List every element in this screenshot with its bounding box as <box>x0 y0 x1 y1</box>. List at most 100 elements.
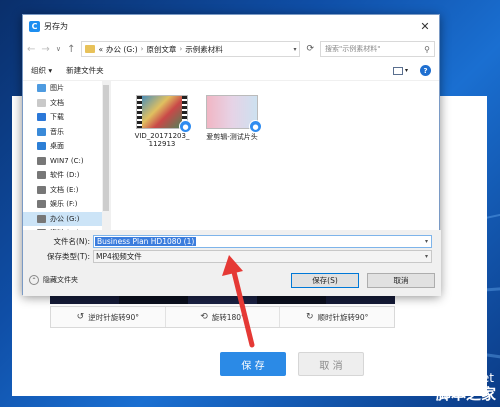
sidebar-item[interactable]: 文档 (E:) <box>23 183 110 198</box>
video-file-icon: ● <box>249 120 262 133</box>
refresh-icon[interactable]: ⟳ <box>306 44 314 54</box>
sidebar-item[interactable]: 软件 (D:) <box>23 168 110 183</box>
file-item[interactable]: ● VID_20171203_ 112913 <box>127 95 197 148</box>
app-logo-icon: C <box>29 20 40 32</box>
main-save-button[interactable]: 保 存 <box>220 352 286 376</box>
folder-icon <box>85 45 96 53</box>
filetype-select[interactable]: MP4视频文件 ▾ <box>93 249 432 263</box>
breadcrumb-separator-icon: › <box>140 45 144 53</box>
file-name-line1: 爱剪辑-测试片头 <box>206 133 258 141</box>
filetype-value: MP4视频文件 <box>96 251 142 261</box>
sidebar-item-label: 图片 <box>50 84 64 93</box>
filename-label: 文件名(N): <box>53 236 91 246</box>
view-dropdown-icon: ▾ <box>404 67 408 74</box>
video-thumbnail: ● <box>206 95 262 133</box>
breadcrumb-folder[interactable]: 原创文章 <box>146 44 176 55</box>
sidebar-item[interactable]: 文档 <box>23 96 110 111</box>
filename-dropdown-icon[interactable]: ▾ <box>425 238 431 245</box>
sidebar-item-label: 文档 <box>50 98 64 107</box>
sidebar-item[interactable]: 音乐 <box>23 125 110 140</box>
file-name-line2: 112913 <box>148 140 176 148</box>
dialog-footer: ⌃ 隐藏文件夹 保存(S) 取消 <box>23 264 441 296</box>
history-dropdown-icon[interactable]: ∨ <box>56 45 61 53</box>
save-as-dialog: C 另存为 ✕ ← → ∨ ↑ « 办公 (G:) › 原创文章 › 示例素材料… <box>22 14 441 296</box>
sidebar-scrollbar[interactable] <box>102 81 110 230</box>
rotate-cw-icon: ↻ <box>306 312 314 322</box>
collapse-chevron-icon: ⌃ <box>29 275 39 285</box>
search-input[interactable]: 搜索"示例素材料" ⚲ <box>320 41 435 57</box>
address-bar[interactable]: « 办公 (G:) › 原创文章 › 示例素材料 ▾ <box>81 41 301 57</box>
filetype-row: 保存类型(T): MP4视频文件 ▾ <box>23 249 441 263</box>
browser-area: 图片文档下载音乐桌面 WIN7 (C:) 软件 (D:) 文档 (E:) 娱乐 (F:)… <box>23 81 441 230</box>
breadcrumb-current[interactable]: 示例素材料 <box>185 44 223 55</box>
documents-icon <box>37 98 46 107</box>
sidebar-item-label: 娱乐 (F:) <box>50 200 78 209</box>
dialog-titlebar: C 另存为 ✕ <box>23 15 439 37</box>
hide-folders-toggle[interactable]: ⌃ 隐藏文件夹 <box>29 275 78 285</box>
sidebar-scrollbar-thumb[interactable] <box>103 85 109 211</box>
sidebar-item-label: 文档 (E:) <box>50 185 79 194</box>
breadcrumb-drive[interactable]: 办公 (G:) <box>106 44 138 55</box>
address-dropdown-icon[interactable]: ▾ <box>293 46 296 53</box>
sidebar-item[interactable]: 下载 <box>23 110 110 125</box>
dialog-toolbar: 组织 ▾ 新建文件夹 ▾ ? <box>23 61 439 81</box>
back-arrow-icon[interactable]: ← <box>27 44 35 55</box>
cancel-button[interactable]: 取消 <box>367 272 435 288</box>
sidebar-item-label: WIN7 (C:) <box>50 156 84 165</box>
rotate-180-label: 旋转180° <box>211 312 245 322</box>
close-icon[interactable]: ✕ <box>411 20 439 33</box>
sidebar-item-label: 桌面 <box>50 142 64 151</box>
rotate-cw-button[interactable]: ↻ 顺时针旋转90° <box>280 307 394 327</box>
watermark-name: 脚本之家 <box>435 385 496 403</box>
navigation-list: 图片文档下载音乐桌面 WIN7 (C:) 软件 (D:) 文档 (E:) 娱乐 (F:)… <box>23 81 110 230</box>
view-icon <box>392 66 403 75</box>
file-item[interactable]: ● 爱剪辑-测试片头 <box>197 95 267 142</box>
hide-folders-label: 隐藏文件夹 <box>43 276 78 284</box>
sidebar-item[interactable]: 桌面 <box>23 139 110 154</box>
breadcrumb-overflow[interactable]: « <box>98 45 103 54</box>
forward-arrow-icon[interactable]: → <box>41 44 49 55</box>
download-icon <box>37 113 46 122</box>
main-cancel-button[interactable]: 取 消 <box>298 352 364 376</box>
help-icon[interactable]: ? <box>420 65 431 76</box>
breadcrumb-separator-icon: › <box>179 45 183 53</box>
dialog-title: 另存为 <box>44 21 68 31</box>
pictures-icon <box>37 84 46 93</box>
filetype-label: 保存类型(T): <box>47 251 90 261</box>
file-name-line1: VID_20171203_ <box>134 132 190 140</box>
new-folder-button[interactable]: 新建文件夹 <box>66 65 104 76</box>
drive-icon <box>37 214 46 223</box>
video-file-icon: ● <box>179 120 192 133</box>
sidebar-item-label: 软件 (D:) <box>50 171 80 180</box>
navigation-pane: 图片文档下载音乐桌面 WIN7 (C:) 软件 (D:) 文档 (E:) 娱乐 (F:)… <box>23 81 111 230</box>
sidebar-item[interactable]: 娱乐 (F:) <box>23 197 110 212</box>
save-button[interactable]: 保存(S) <box>291 272 359 288</box>
filetype-dropdown-icon[interactable]: ▾ <box>425 253 431 260</box>
filename-value: Business Plan HD1080 (1) <box>95 236 197 246</box>
file-list: ● VID_20171203_ 112913 ● 爱剪辑-测试片头 <box>111 81 441 230</box>
view-options-button[interactable]: ▾ <box>392 66 408 75</box>
rotate-ccw-label: 逆时针旋转90° <box>88 312 139 322</box>
rotate-ccw-button[interactable]: ↺ 逆时针旋转90° <box>51 307 166 327</box>
sidebar-item-label: 音乐 <box>50 127 64 136</box>
sidebar-item-label: 办公 (G:) <box>50 214 80 223</box>
sidebar-item[interactable]: 图片 <box>23 81 110 96</box>
filename-input[interactable]: Business Plan HD1080 (1) ▾ <box>93 234 432 248</box>
sidebar-item[interactable]: 办公 (G:) <box>23 211 110 226</box>
rotate-toolbar: ↺ 逆时针旋转90° ⟲ 旋转180° ↻ 顺时针旋转90° <box>50 306 395 328</box>
drive-icon <box>37 156 46 165</box>
filename-row: 文件名(N): Business Plan HD1080 (1) ▾ <box>23 234 441 248</box>
organize-menu[interactable]: 组织 ▾ <box>31 65 52 76</box>
sidebar-item-label: 下载 <box>50 113 64 122</box>
search-placeholder: 搜索"示例素材料" <box>325 45 381 53</box>
filename-section: 文件名(N): Business Plan HD1080 (1) ▾ 保存类型(… <box>23 230 441 264</box>
sidebar-item[interactable]: WIN7 (C:) <box>23 154 110 169</box>
navigation-bar: ← → ∨ ↑ « 办公 (G:) › 原创文章 › 示例素材料 ▾ ⟳ 搜索"… <box>23 37 439 61</box>
up-arrow-icon[interactable]: ↑ <box>67 44 75 55</box>
film-strip-edge <box>137 96 142 128</box>
drive-icon <box>37 185 46 194</box>
rotate-cw-label: 顺时针旋转90° <box>317 312 369 322</box>
rotate-180-icon: ⟲ <box>200 312 208 322</box>
music-icon <box>37 127 46 136</box>
rotate-180-button[interactable]: ⟲ 旋转180° <box>166 307 281 327</box>
